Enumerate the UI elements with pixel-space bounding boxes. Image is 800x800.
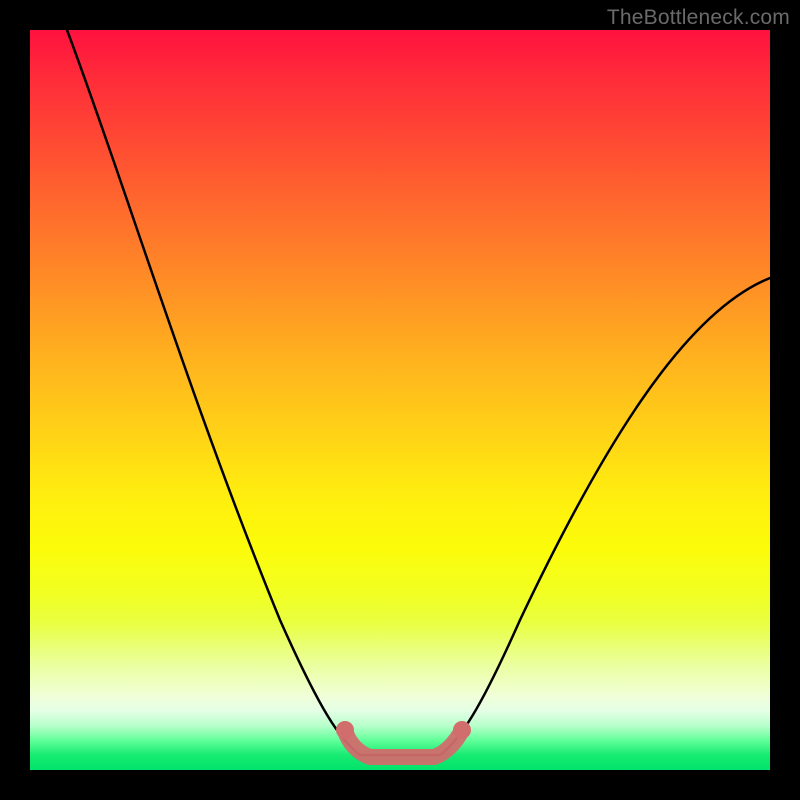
min-band-highlight <box>345 730 462 757</box>
chart-frame: TheBottleneck.com <box>0 0 800 800</box>
curve-layer <box>30 30 770 770</box>
watermark-text: TheBottleneck.com <box>607 6 790 30</box>
plot-area <box>30 30 770 770</box>
main-curve <box>67 30 770 755</box>
min-band-dot-right <box>453 721 471 739</box>
min-band-dot-left <box>336 721 354 739</box>
